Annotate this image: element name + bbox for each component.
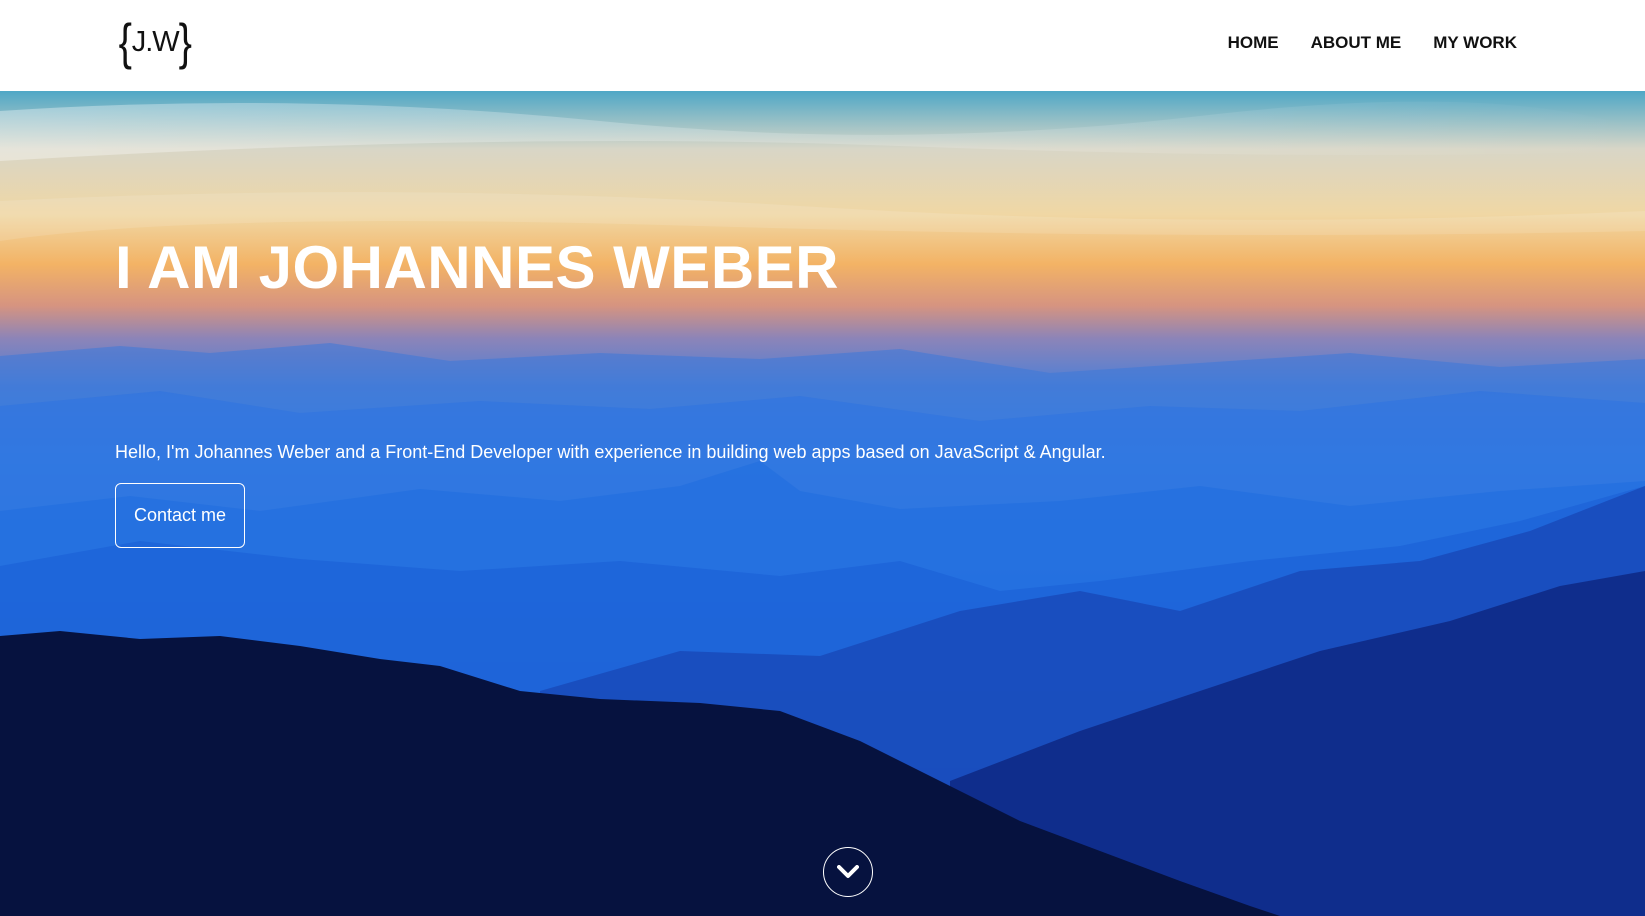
scroll-down-button[interactable] [823,847,873,897]
contact-me-button[interactable]: Contact me [115,483,245,548]
hero-title: I AM JOHANNES WEBER [115,234,839,301]
chevron-down-icon [837,865,859,878]
hero-subtitle: Hello, I'm Johannes Weber and a Front-En… [115,442,1106,462]
main-nav: HOME ABOUT ME MY WORK [1228,0,1517,86]
nav-link-about-me[interactable]: ABOUT ME [1311,33,1402,53]
logo-initials: J.W [131,25,180,58]
nav-link-home[interactable]: HOME [1228,33,1279,53]
mountain-background-image [0,101,1645,916]
hero-section: I AM JOHANNES WEBER Hello, I'm Johannes … [0,91,1645,916]
logo-brace-close: } [178,14,192,70]
site-header: { J.W } HOME ABOUT ME MY WORK [0,0,1645,91]
site-logo[interactable]: { J.W } [117,16,193,68]
logo-brace-open: { [118,14,133,70]
nav-link-my-work[interactable]: MY WORK [1433,33,1517,53]
